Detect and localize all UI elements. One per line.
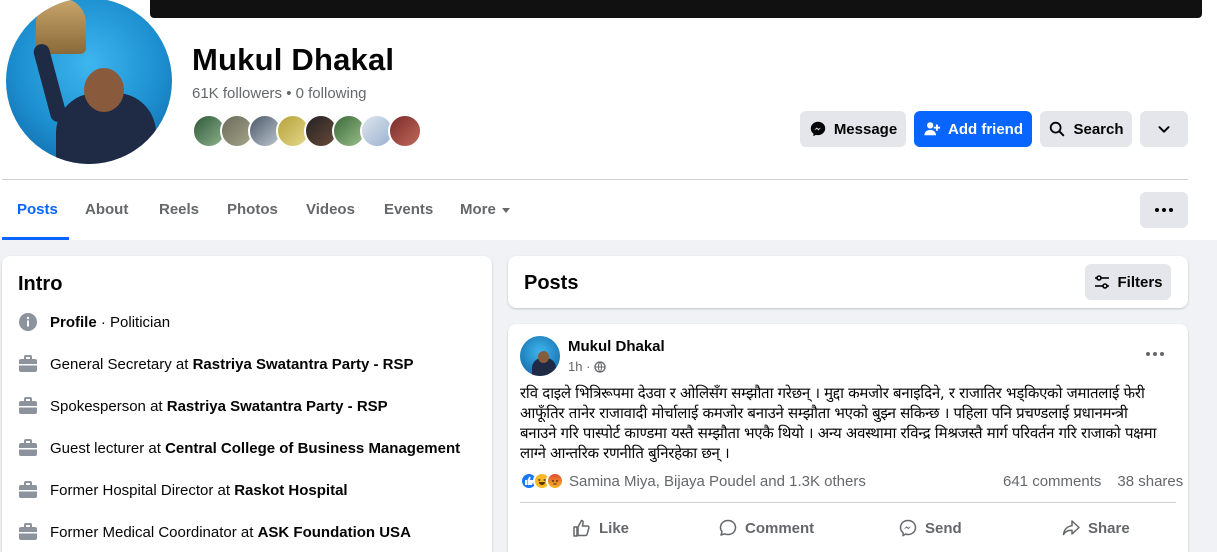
- post-divider: [520, 502, 1176, 503]
- posts-title: Posts: [524, 272, 579, 294]
- intro-card: Intro Profile · Politician General Secre…: [2, 256, 492, 552]
- intro-work-org[interactable]: ASK Foundation USA: [258, 524, 411, 541]
- share-button[interactable]: Share: [1061, 510, 1130, 546]
- filters-button-label: Filters: [1117, 273, 1163, 291]
- comments-count[interactable]: 641 comments: [1003, 473, 1101, 490]
- posts-header-card: Posts Filters: [508, 256, 1188, 308]
- intro-work-item: Former Medical Coordinator at ASK Founda…: [18, 522, 411, 542]
- intro-work-item: Former Hospital Director at Raskot Hospi…: [18, 480, 348, 500]
- more-dots-icon: [1146, 352, 1150, 356]
- intro-work-item: General Secretary at Rastriya Swatantra …: [18, 354, 414, 374]
- post-time-label: 1h ·: [568, 359, 591, 374]
- intro-title: Intro: [18, 273, 63, 295]
- filters-button[interactable]: Filters: [1085, 264, 1171, 300]
- send-button-label: Send: [925, 519, 962, 537]
- like-button-label: Like: [599, 519, 630, 537]
- tab-more[interactable]: More: [460, 201, 510, 218]
- tabs-more-options-button[interactable]: [1140, 192, 1188, 228]
- tab-photos[interactable]: Photos: [227, 201, 278, 218]
- add-friend-button[interactable]: Add friend: [914, 111, 1032, 147]
- like-button[interactable]: Like: [572, 510, 629, 546]
- mutual-friends-avatars: [192, 114, 422, 148]
- intro-profile-separator: ·: [96, 313, 111, 331]
- shares-count[interactable]: 38 shares: [1117, 473, 1183, 490]
- filters-icon: [1095, 275, 1110, 289]
- post-timestamp[interactable]: 1h ·: [568, 359, 607, 374]
- chevron-down-icon: [1158, 126, 1170, 133]
- intro-work-item: Spokesperson at Rastriya Swatantra Party…: [18, 396, 388, 416]
- angry-reaction-icon: [546, 472, 564, 490]
- info-icon: [18, 312, 38, 332]
- intro-work-prefix: General Secretary at: [50, 355, 193, 373]
- tab-videos[interactable]: Videos: [306, 201, 355, 218]
- send-button[interactable]: Send: [898, 510, 962, 546]
- intro-work-prefix: Guest lecturer at: [50, 439, 166, 457]
- active-tab-indicator: [2, 237, 69, 240]
- intro-profile-label: Profile: [50, 313, 97, 331]
- comment-button[interactable]: Comment: [718, 510, 814, 546]
- intro-work-org[interactable]: Rastriya Swatantra Party - RSP: [193, 356, 414, 373]
- post-card: Mukul Dhakal 1h · रवि दाइले भित्रिरूपमा …: [508, 324, 1188, 552]
- share-icon: [1062, 520, 1080, 536]
- post-body-text: रवि दाइले भित्रिरूपमा देउवा र ओलिसँग सम्…: [520, 384, 1157, 462]
- add-friend-button-label: Add friend: [948, 120, 1023, 138]
- intro-work-org[interactable]: Rastriya Swatantra Party - RSP: [167, 398, 388, 415]
- friend-avatar[interactable]: [388, 114, 422, 148]
- post-options-button[interactable]: [1146, 352, 1164, 356]
- intro-profile-item: Profile · Politician: [18, 312, 170, 332]
- add-user-icon: [924, 122, 941, 136]
- search-button[interactable]: Search: [1040, 111, 1132, 147]
- message-button[interactable]: Message: [800, 111, 906, 147]
- tab-about[interactable]: About: [85, 201, 128, 218]
- tab-reels[interactable]: Reels: [159, 201, 199, 218]
- intro-work-prefix: Spokesperson at: [50, 397, 167, 415]
- globe-icon: [594, 360, 607, 373]
- reactions-names: Samina Miya, Bijaya Poudel and 1.3K othe…: [569, 472, 866, 490]
- briefcase-icon: [18, 438, 38, 458]
- intro-work-org[interactable]: Raskot Hospital: [234, 482, 347, 499]
- intro-work-org[interactable]: Central College of Business Management: [165, 440, 460, 457]
- briefcase-icon: [18, 396, 38, 416]
- caret-down-icon: [501, 207, 510, 213]
- intro-profile-value: Politician: [110, 313, 171, 331]
- post-author-name[interactable]: Mukul Dhakal: [568, 338, 665, 355]
- post-stats: 641 comments 38 shares: [1003, 473, 1183, 490]
- tab-posts[interactable]: Posts: [17, 201, 58, 218]
- share-button-label: Share: [1088, 519, 1130, 537]
- profile-picture[interactable]: [2, 0, 176, 168]
- header-divider: [2, 179, 1188, 180]
- intro-work-prefix: Former Hospital Director at: [50, 481, 235, 499]
- briefcase-icon: [18, 354, 38, 374]
- post-author-avatar[interactable]: [520, 336, 560, 376]
- intro-work-item: Guest lecturer at Central College of Bus…: [18, 438, 460, 458]
- reactions-summary[interactable]: Samina Miya, Bijaya Poudel and 1.3K othe…: [520, 472, 866, 490]
- profile-options-button[interactable]: [1140, 111, 1188, 147]
- message-button-label: Message: [833, 120, 898, 138]
- followers-count[interactable]: 61K followers • 0 following: [192, 85, 367, 102]
- comment-button-label: Comment: [745, 519, 815, 537]
- briefcase-icon: [18, 480, 38, 500]
- tab-events[interactable]: Events: [384, 201, 433, 218]
- cover-photo[interactable]: [150, 0, 1202, 18]
- thumbs-up-icon: [573, 519, 590, 537]
- more-dots-icon: [1155, 208, 1159, 212]
- briefcase-icon: [18, 522, 38, 542]
- intro-work-prefix: Former Medical Coordinator at: [50, 523, 258, 541]
- search-button-label: Search: [1073, 120, 1124, 138]
- tab-more-label: More: [460, 201, 496, 218]
- comment-icon: [719, 519, 737, 536]
- search-icon: [1050, 121, 1065, 137]
- profile-picture-image: [6, 0, 172, 164]
- profile-name: Mukul Dhakal: [192, 42, 395, 77]
- messenger-icon: [899, 519, 917, 537]
- messenger-icon: [810, 121, 826, 137]
